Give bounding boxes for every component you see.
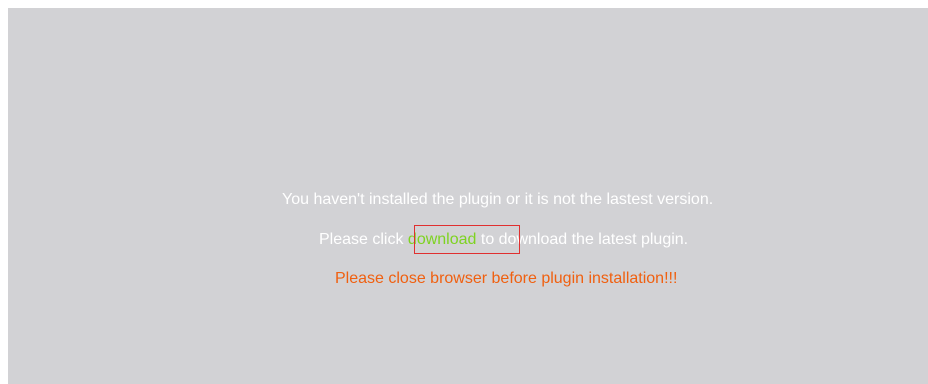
download-instruction-suffix: to download the latest plugin. (476, 231, 689, 248)
close-browser-warning: Please close browser before plugin insta… (335, 270, 678, 287)
plugin-notice-panel: You haven't installed the plugin or it i… (8, 8, 928, 384)
plugin-missing-message: You haven't installed the plugin or it i… (282, 191, 714, 208)
download-link[interactable]: download (408, 231, 477, 248)
download-instruction: Please click download to download the la… (319, 230, 688, 250)
download-instruction-prefix: Please click (319, 231, 408, 248)
